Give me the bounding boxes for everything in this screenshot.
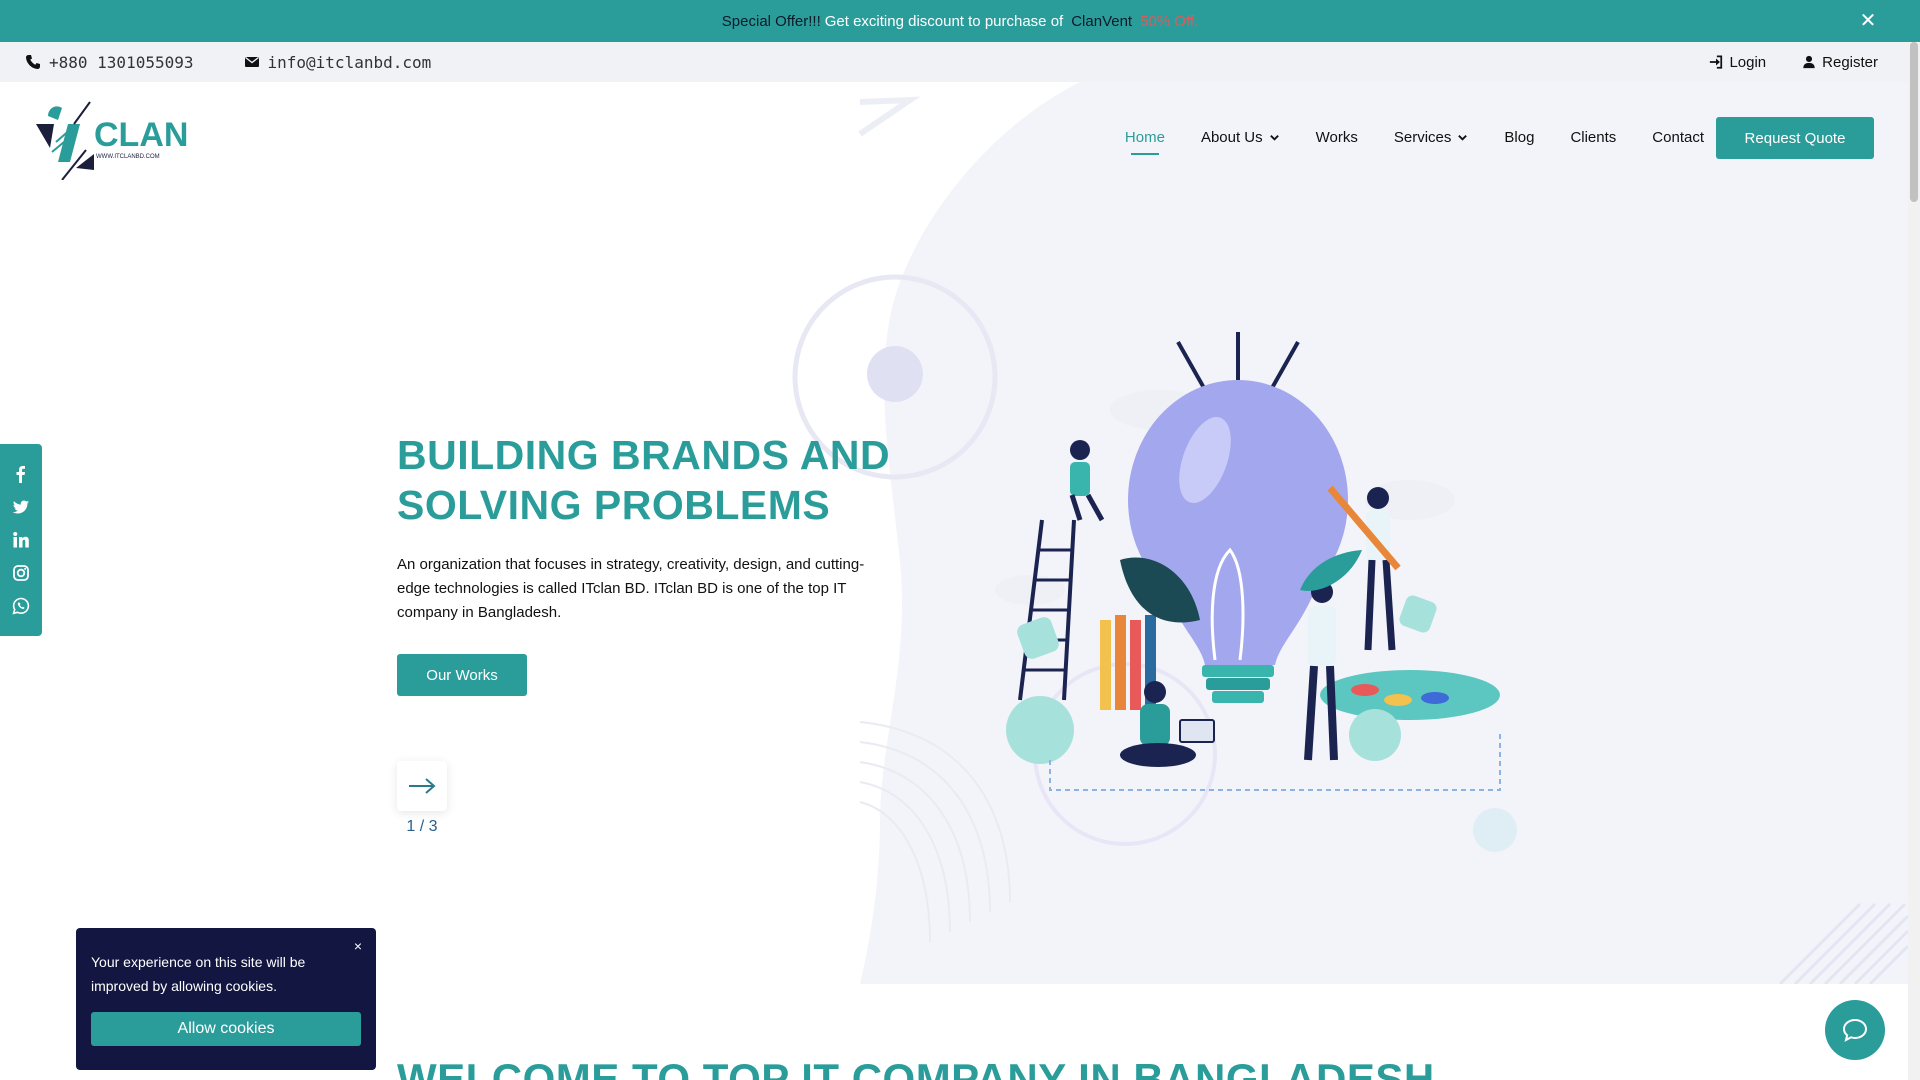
offer-bar: Special Offer!!! Get exciting discount t… — [0, 0, 1920, 42]
chat-bubble-icon — [1842, 1018, 1868, 1042]
slider-next-button[interactable] — [397, 761, 447, 811]
login-label: Login — [1729, 53, 1767, 71]
nav-clients-label: Clients — [1570, 128, 1617, 146]
allow-cookies-button[interactable]: Allow cookies — [91, 1012, 361, 1046]
cookie-close-icon[interactable]: × — [354, 938, 362, 954]
scrollbar-thumb[interactable] — [1910, 42, 1918, 202]
cookie-consent: × Your experience on this site will be i… — [76, 928, 376, 1070]
nav-works-label: Works — [1315, 128, 1358, 146]
nav-home[interactable]: Home — [1125, 117, 1165, 157]
email-address: info@itclanbd.com — [267, 52, 432, 72]
email-contact[interactable]: info@itclanbd.com — [244, 52, 432, 72]
arrow-right-icon — [409, 778, 436, 794]
chat-button[interactable] — [1825, 1000, 1885, 1060]
offer-product[interactable]: ClanVent — [1071, 13, 1132, 30]
sign-in-icon — [1710, 55, 1723, 69]
request-quote-button[interactable]: Request Quote — [1716, 117, 1874, 159]
offer-lead: Special Offer!!! — [721, 12, 821, 30]
nav-services[interactable]: Services — [1394, 117, 1469, 157]
logo-url: WWW.ITCLANBD.COM — [96, 154, 160, 160]
phone-icon — [26, 55, 40, 69]
main-nav: Home About Us Works Services Blog Client… — [1125, 117, 1704, 157]
hero-title-line-1: BUILDING BRANDS AND — [397, 432, 891, 478]
instagram-icon[interactable] — [12, 564, 30, 582]
nav-contact-label: Contact — [1652, 128, 1704, 146]
offer-message: Get exciting discount to purchase of — [824, 12, 1064, 30]
hero-background — [792, 82, 1908, 984]
hero-description: An organization that focuses in strategy… — [397, 556, 865, 621]
social-sidebar — [0, 444, 42, 636]
facebook-icon[interactable] — [12, 465, 30, 483]
register-link[interactable]: Register — [1802, 54, 1878, 71]
nav-about-label: About Us — [1200, 128, 1263, 146]
chevron-down-icon — [1269, 134, 1279, 141]
whatsapp-icon[interactable] — [12, 597, 30, 615]
user-icon — [1803, 55, 1815, 69]
login-link[interactable]: Login — [1709, 54, 1766, 71]
register-label: Register — [1822, 53, 1878, 71]
hero-title-line-2: SOLVING PROBLEMS — [397, 482, 831, 528]
page-scrollbar[interactable] — [1908, 42, 1920, 1080]
auth-links: Login Register — [1709, 42, 1878, 82]
linkedin-icon[interactable] — [12, 531, 30, 549]
close-icon[interactable]: ✕ — [1856, 9, 1880, 33]
welcome-heading: WELCOME TO TOP IT COMPANY IN BANGLADESH — [397, 1055, 1435, 1080]
hero-illustration — [995, 332, 1501, 791]
nav-clients[interactable]: Clients — [1570, 117, 1616, 157]
phone-number: +880 1301055093 — [49, 52, 194, 72]
nav-services-label: Services — [1393, 128, 1452, 146]
nav-home-label: Home — [1124, 128, 1165, 146]
slider-pager: 1 / 3 — [406, 818, 438, 835]
nav-blog-label: Blog — [1504, 128, 1535, 146]
offer-discount: 50% Off. — [1140, 12, 1199, 30]
nav-blog[interactable]: Blog — [1504, 117, 1534, 157]
itclan-logo[interactable]: CLAN WWW.ITCLANBD.COM — [32, 98, 192, 180]
phone-contact[interactable]: +880 1301055093 — [25, 53, 194, 72]
nav-works[interactable]: Works — [1316, 117, 1358, 157]
nav-about-us[interactable]: About Us — [1201, 117, 1280, 157]
our-works-button[interactable]: Our Works — [397, 654, 527, 696]
hero-title: BUILDING BRANDS AND SOLVING PROBLEMS — [397, 430, 917, 530]
twitter-icon[interactable] — [12, 498, 30, 516]
page: Special Offer!!! Get exciting discount t… — [0, 0, 1920, 1080]
cookie-text: Your experience on this site will be imp… — [91, 954, 306, 994]
nav-contact[interactable]: Contact — [1652, 117, 1704, 157]
chevron-down-icon — [1458, 134, 1468, 141]
contact-bar: +880 1301055093 info@itclanbd.com Login … — [0, 42, 1908, 82]
logo-text: CLAN — [94, 116, 188, 154]
envelope-icon — [244, 56, 259, 67]
